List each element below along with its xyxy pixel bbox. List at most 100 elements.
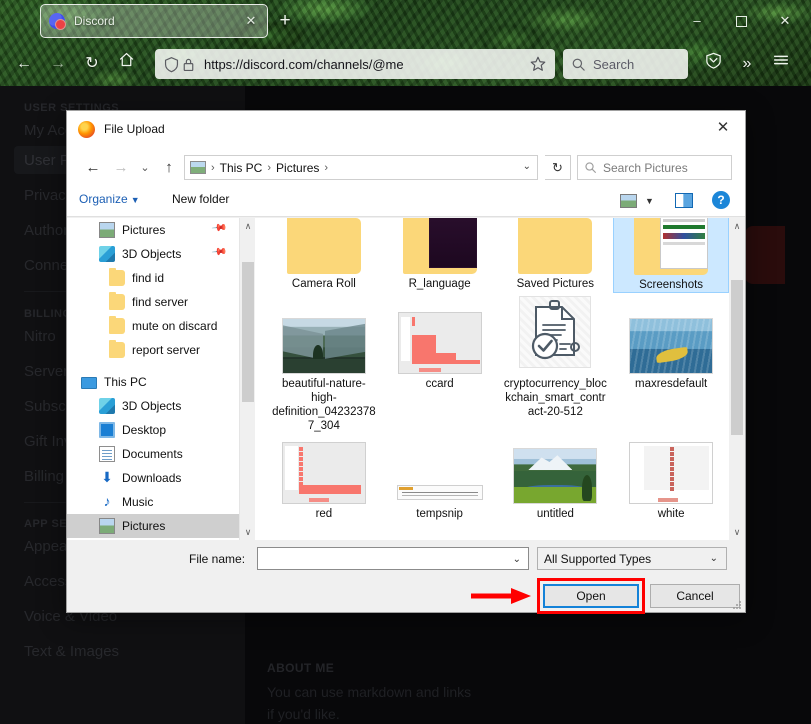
sidebar-item-pictures-quick[interactable]: Pictures 📌 [67, 218, 239, 242]
file-item-beautiful-nature[interactable]: beautiful-nature-high-definition_0423237… [266, 290, 382, 433]
refresh-button[interactable]: ↻ [545, 155, 571, 180]
file-item-maxresdefault[interactable]: maxresdefault [613, 290, 729, 391]
sidebar-scrollbar[interactable]: ∧ ∨ [239, 218, 255, 540]
reload-icon[interactable]: ↻ [79, 51, 105, 77]
file-item-tempsnip[interactable]: tempsnip [382, 430, 498, 521]
file-item-r-language[interactable]: R_language [382, 218, 498, 293]
this-pc-icon [81, 377, 97, 389]
dialog-title: File Upload [104, 122, 165, 136]
hamburger-menu-icon[interactable] [768, 51, 794, 77]
sidebar-item-downloads[interactable]: ⬇ Downloads [67, 466, 239, 490]
scroll-up-icon[interactable]: ∧ [729, 218, 745, 234]
sidebar-item-desktop[interactable]: Desktop [67, 418, 239, 442]
bar-chart-image [397, 312, 482, 374]
forward-icon[interactable]: → [45, 51, 71, 77]
window-maximize-button[interactable] [729, 10, 753, 32]
discord-item-text-images[interactable]: Text & Images [24, 643, 119, 660]
view-options-icon[interactable] [620, 194, 637, 208]
filetype-dropdown[interactable]: All Supported Types ⌄ [537, 547, 727, 570]
help-icon[interactable]: ? [712, 191, 730, 209]
navigation-toolbar: ← → ↻ https://discord.com/channels/@me S… [0, 42, 811, 86]
breadcrumb[interactable]: › This PC › Pictures › ⌄ [184, 155, 538, 180]
file-item-ccard[interactable]: ccard [382, 290, 498, 391]
breadcrumb-dropdown-icon[interactable]: ⌄ [523, 161, 531, 172]
breadcrumb-pictures[interactable]: Pictures [276, 161, 319, 175]
file-item-screenshots[interactable]: Screenshots [613, 218, 729, 293]
preview-pane-icon[interactable] [675, 193, 693, 208]
window-minimize-button[interactable]: – [685, 10, 709, 32]
file-item-white[interactable]: white [613, 430, 729, 521]
folder-icon [109, 292, 125, 310]
discord-danger-button[interactable] [745, 226, 785, 284]
sidebar-item-pictures[interactable]: Pictures [67, 514, 239, 538]
file-list-scrollbar[interactable]: ∧ ∨ [729, 218, 745, 540]
sidebar-item-label: This PC [104, 375, 147, 389]
tab-title: Discord [74, 14, 115, 28]
file-item-cryptocurrency[interactable]: cryptocurrency_blockchain_smart_contract… [498, 290, 614, 419]
file-item-camera-roll[interactable]: Camera Roll [266, 218, 382, 293]
home-glyph [119, 52, 133, 67]
sidebar-item-label: Pictures [122, 519, 166, 533]
file-item-red[interactable]: red [266, 430, 382, 521]
discord-item-billing[interactable]: Billing [24, 468, 64, 485]
filename-input[interactable]: ⌄ [257, 547, 529, 570]
file-list-scrollbar-thumb[interactable] [731, 280, 743, 435]
nature-mountain-image [281, 318, 366, 374]
new-tab-button[interactable]: + [274, 10, 296, 32]
sidebar-item-3d-objects[interactable]: 3D Objects [67, 394, 239, 418]
folder-icon [634, 218, 709, 275]
browser-search-bar[interactable]: Search [563, 49, 688, 79]
contract-glyph [532, 300, 581, 360]
new-folder-button[interactable]: New folder [172, 192, 229, 206]
dialog-titlebar: File Upload ✕ [67, 111, 745, 147]
search-icon [572, 58, 585, 71]
annotation-arrow [471, 588, 531, 604]
chart-thumbnail [278, 430, 370, 504]
file-name: beautiful-nature-high-definition_0423237… [272, 378, 376, 432]
open-button[interactable]: Open [543, 584, 639, 608]
dialog-search-input[interactable]: Search Pictures [577, 155, 732, 180]
organize-button[interactable]: Organize ▼ [79, 192, 140, 206]
sidebar-item-label: report server [132, 343, 201, 357]
sidebar-item-documents[interactable]: Documents [67, 442, 239, 466]
file-item-saved-pictures[interactable]: Saved Pictures [497, 218, 613, 293]
sidebar-scrollbar-thumb[interactable] [242, 262, 254, 402]
back-icon[interactable]: ← [11, 51, 37, 77]
home-icon[interactable] [113, 51, 139, 77]
downloads-shield-icon[interactable] [700, 51, 726, 77]
url-bar[interactable]: https://discord.com/channels/@me [155, 49, 555, 79]
chevron-down-icon[interactable]: ▼ [645, 196, 654, 206]
image-thumbnail [278, 290, 370, 374]
sidebar-item-report-server[interactable]: report server [67, 338, 239, 362]
resize-grip[interactable] [732, 600, 742, 610]
discord-item-nitro[interactable]: Nitro [24, 328, 56, 345]
dialog-close-button[interactable]: ✕ [701, 111, 745, 145]
breadcrumb-this-pc[interactable]: This PC [220, 161, 263, 175]
scroll-down-icon[interactable]: ∨ [240, 524, 256, 540]
overflow-chevrons-icon[interactable]: » [734, 51, 760, 77]
tab-discord[interactable]: Discord ✕ [40, 4, 268, 38]
dialog-up-button[interactable]: ↑ [157, 156, 181, 180]
scroll-up-icon[interactable]: ∧ [240, 218, 256, 234]
dialog-search-placeholder: Search Pictures [603, 160, 688, 175]
window-close-button[interactable]: ✕ [773, 10, 797, 32]
bookmark-star-icon[interactable] [529, 55, 547, 73]
sidebar-item-music[interactable]: ♪ Music [67, 490, 239, 514]
sidebar-item-mute-on-discard[interactable]: mute on discard [67, 314, 239, 338]
recent-locations-chevron-icon[interactable]: ⌄ [133, 156, 157, 180]
file-item-untitled[interactable]: untitled [498, 430, 614, 521]
cancel-button[interactable]: Cancel [650, 584, 740, 608]
sidebar-item-label: find server [132, 295, 189, 309]
sidebar-item-this-pc[interactable]: This PC [67, 370, 239, 394]
sidebar-item-3d-objects-quick[interactable]: 3D Objects 📌 [67, 242, 239, 266]
scroll-down-icon[interactable]: ∨ [729, 524, 745, 540]
chevron-down-icon[interactable]: ⌄ [513, 554, 521, 565]
dialog-footer: File name: ⌄ All Supported Types ⌄ Open … [67, 540, 745, 614]
image-thumbnail [394, 430, 486, 504]
dialog-back-button[interactable]: ← [81, 156, 105, 180]
sidebar-item-find-server[interactable]: find server [67, 290, 239, 314]
folder-thumbnail [278, 218, 370, 274]
dialog-forward-button[interactable]: → [109, 156, 133, 180]
tab-close-icon[interactable]: ✕ [243, 13, 259, 29]
sidebar-item-find-id[interactable]: find id [67, 266, 239, 290]
